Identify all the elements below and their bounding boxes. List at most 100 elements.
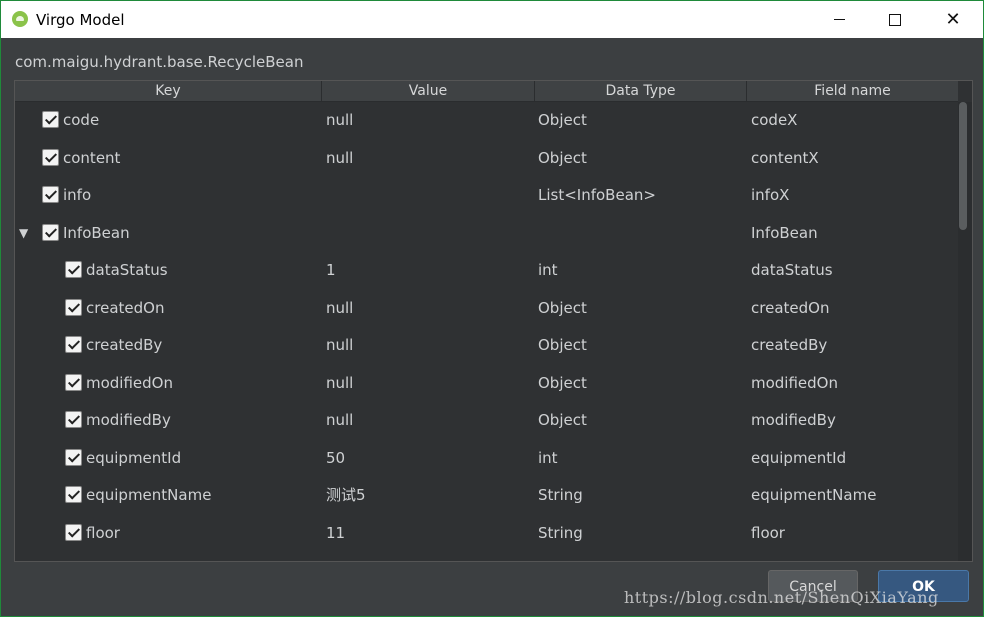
cell-data-type[interactable]: int [538, 252, 738, 289]
row-checkbox[interactable] [65, 373, 82, 391]
row-checkbox[interactable] [65, 411, 82, 428]
table-row[interactable]: modifiedOn null Object modifiedOn [15, 365, 958, 402]
close-icon: ✕ [945, 8, 961, 30]
table-row[interactable]: equipmentId 50 int equipmentId [15, 440, 958, 477]
table-row[interactable]: info List<InfoBean> infoX [15, 177, 958, 214]
cell-value[interactable]: null [326, 402, 526, 439]
table-row[interactable]: createdOn null Object createdOn [15, 290, 958, 327]
key-label: createdOn [86, 298, 165, 317]
cell-key: modifiedOn [15, 365, 321, 402]
cell-field-name[interactable]: dataStatus [751, 252, 951, 289]
row-checkbox[interactable] [65, 261, 82, 278]
cell-value[interactable]: null [326, 140, 526, 177]
table-row[interactable]: modifiedBy null Object modifiedBy [15, 402, 958, 439]
cell-value[interactable]: null [326, 365, 526, 402]
row-checkbox[interactable] [65, 448, 82, 466]
cell-value[interactable]: null [326, 290, 526, 327]
cell-key: modifiedBy [15, 402, 321, 439]
cell-field-name[interactable]: contentX [751, 140, 951, 177]
cell-value[interactable]: 测试5 [326, 477, 526, 514]
key-label: code [63, 111, 100, 129]
cell-key: equipmentName [15, 477, 321, 514]
row-checkbox[interactable] [65, 336, 82, 353]
table-row[interactable]: code null Object codeX [15, 102, 958, 139]
header-value[interactable]: Value [322, 81, 535, 101]
cell-field-name[interactable]: infoX [751, 177, 951, 214]
table-body: code null Object codeX content null Object cont… [15, 102, 958, 561]
key-label: modifiedOn [86, 373, 173, 392]
expand-triangle-icon[interactable]: ▼ [19, 215, 33, 252]
table-row[interactable]: ▼ InfoBean InfoBean [15, 215, 958, 252]
cell-field-name[interactable]: codeX [751, 102, 951, 139]
row-checkbox[interactable] [42, 223, 59, 241]
header-data-type[interactable]: Data Type [535, 81, 747, 101]
header-field-name[interactable]: Field name [747, 81, 958, 101]
cell-key: createdOn [15, 290, 321, 327]
cell-field-name[interactable]: equipmentName [751, 477, 951, 514]
cell-data-type[interactable]: String [538, 515, 738, 552]
cell-value[interactable] [326, 177, 526, 214]
class-name-label: com.maigu.hydrant.base.RecycleBean [15, 53, 304, 71]
minimize-icon [833, 19, 845, 20]
cell-value[interactable]: 11 [326, 515, 526, 552]
cell-key: ▼ InfoBean [15, 215, 321, 252]
cell-field-name[interactable]: createdOn [751, 290, 951, 327]
header-key[interactable]: Key [15, 81, 322, 101]
cell-field-name[interactable]: InfoBean [751, 215, 951, 252]
key-label: dataStatus [86, 261, 168, 279]
cell-data-type[interactable]: Object [538, 402, 738, 439]
scrollbar-thumb[interactable] [959, 102, 967, 230]
cell-data-type[interactable]: Object [538, 290, 738, 327]
cell-data-type[interactable]: Object [538, 365, 738, 402]
cell-key: floor [15, 515, 321, 552]
cell-data-type[interactable]: Object [538, 140, 738, 177]
cell-data-type[interactable]: Object [538, 327, 738, 364]
key-label: equipmentName [86, 486, 212, 504]
cell-value[interactable]: 1 [326, 252, 526, 289]
cell-data-type[interactable]: String [538, 477, 738, 514]
table-row[interactable]: createdBy null Object createdBy [15, 327, 958, 364]
row-checkbox[interactable] [65, 486, 82, 503]
key-label: InfoBean [63, 223, 130, 242]
fields-table: Key Value Data Type Field name code null O… [14, 80, 973, 562]
cell-field-name[interactable]: createdBy [751, 327, 951, 364]
row-checkbox[interactable] [42, 186, 59, 203]
row-checkbox[interactable] [65, 523, 82, 541]
cell-field-name[interactable]: modifiedBy [751, 402, 951, 439]
cell-key: info [15, 177, 321, 214]
title-bar: Virgo Model ✕ [1, 1, 983, 38]
row-checkbox[interactable] [42, 148, 59, 166]
cell-value[interactable]: 50 [326, 440, 526, 477]
cell-data-type[interactable]: int [538, 440, 738, 477]
key-label: createdBy [86, 336, 163, 354]
cell-field-name[interactable]: modifiedOn [751, 365, 951, 402]
cell-value[interactable]: null [326, 102, 526, 139]
cell-key: code [15, 102, 321, 139]
cell-field-name[interactable]: equipmentId [751, 440, 951, 477]
cell-data-type[interactable]: List<InfoBean> [538, 177, 738, 214]
cell-key: equipmentId [15, 440, 321, 477]
watermark-text: https://blog.csdn.net/ShenQiXiaYang [624, 588, 939, 607]
cell-value[interactable]: null [326, 327, 526, 364]
row-checkbox[interactable] [65, 298, 82, 316]
table-row[interactable]: floor 11 String floor [15, 515, 958, 552]
table-row[interactable]: dataStatus 1 int dataStatus [15, 252, 958, 289]
cell-field-name[interactable]: floor [751, 515, 951, 552]
key-label: equipmentId [86, 448, 182, 467]
close-button[interactable]: ✕ [933, 5, 973, 34]
cell-data-type[interactable] [538, 215, 738, 252]
table-row[interactable]: content null Object contentX [15, 140, 958, 177]
cell-key: dataStatus [15, 252, 321, 289]
cell-key: createdBy [15, 327, 321, 364]
row-checkbox[interactable] [42, 111, 59, 128]
maximize-button[interactable] [875, 5, 915, 34]
table-row[interactable]: equipmentName 测试5 String equipmentName [15, 477, 958, 514]
cell-value[interactable] [326, 215, 526, 252]
maximize-icon [889, 13, 901, 26]
window-title: Virgo Model [36, 11, 125, 29]
dialog-window: Virgo Model ✕ com.maigu.hydrant.base.Rec… [0, 0, 984, 617]
minimize-button[interactable] [819, 5, 859, 34]
key-label: info [63, 186, 92, 204]
key-label: modifiedBy [86, 411, 171, 429]
cell-data-type[interactable]: Object [538, 102, 738, 139]
